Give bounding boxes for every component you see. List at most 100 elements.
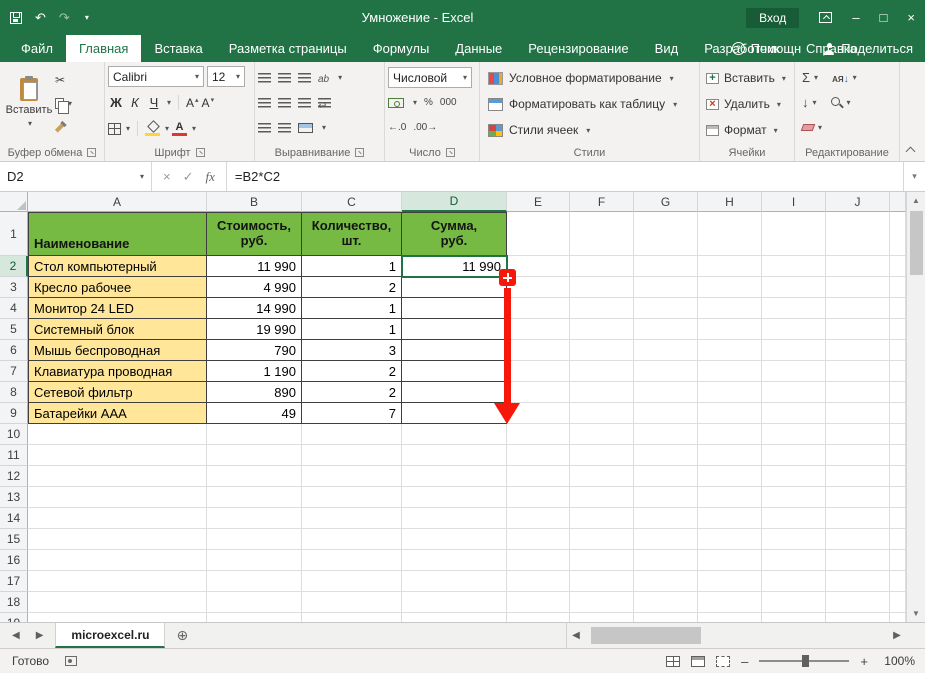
cell-E1[interactable] [507, 212, 570, 256]
cell-I7[interactable] [762, 361, 826, 382]
cell-H4[interactable] [698, 298, 762, 319]
cancel-entry-icon[interactable]: × [163, 169, 171, 184]
accounting-caret-icon[interactable]: ▾ [413, 98, 417, 107]
row-header-5[interactable]: 5 [0, 319, 28, 340]
cell-F6[interactable] [570, 340, 634, 361]
cell-J14[interactable] [826, 508, 890, 529]
collapse-ribbon-icon[interactable] [905, 145, 917, 155]
sort-filter-button[interactable]: ▾ [832, 70, 857, 85]
borders-caret-icon[interactable]: ▾ [126, 124, 130, 133]
insert-function-icon[interactable]: fx [206, 169, 215, 185]
cell-H5[interactable] [698, 319, 762, 340]
clear-button[interactable]: ▾ [802, 123, 822, 132]
cell-B6[interactable]: 790 [207, 340, 302, 361]
next-sheet-icon[interactable]: ▶ [36, 630, 44, 641]
cell-D13[interactable] [402, 487, 507, 508]
font-color-icon[interactable]: А [172, 122, 187, 136]
cell-E8[interactable] [507, 382, 570, 403]
cell-F14[interactable] [570, 508, 634, 529]
page-break-view-icon[interactable] [716, 656, 730, 667]
cell-partial12[interactable] [890, 466, 906, 487]
cell-D17[interactable] [402, 571, 507, 592]
cell-C19[interactable] [302, 613, 402, 622]
cell-F11[interactable] [570, 445, 634, 466]
cell-partial9[interactable] [890, 403, 906, 424]
cell-partial1[interactable] [890, 212, 906, 256]
cut-button[interactable]: ✂ [55, 71, 72, 89]
cell-C17[interactable] [302, 571, 402, 592]
cell-I15[interactable] [762, 529, 826, 550]
cell-F4[interactable] [570, 298, 634, 319]
format-cells-button[interactable]: Формат ▾ [703, 117, 791, 143]
cell-partial4[interactable] [890, 298, 906, 319]
fill-button[interactable]: ↓▾ [802, 95, 817, 110]
cell-H19[interactable] [698, 613, 762, 622]
cell-E13[interactable] [507, 487, 570, 508]
cell-C11[interactable] [302, 445, 402, 466]
share-button[interactable]: Поделиться [823, 41, 913, 56]
cell-styles-button[interactable]: Стили ячеек ▾ [483, 117, 696, 143]
cell-G3[interactable] [634, 277, 698, 298]
cell-J6[interactable] [826, 340, 890, 361]
cell-F2[interactable] [570, 256, 634, 277]
cell-B15[interactable] [207, 529, 302, 550]
cell-G17[interactable] [634, 571, 698, 592]
number-format-combo[interactable]: Числовой▾ [388, 67, 472, 88]
cell-J16[interactable] [826, 550, 890, 571]
vertical-scrollbar[interactable]: ▲ ▼ [906, 192, 925, 622]
delete-cells-button[interactable]: Удалить ▾ [703, 91, 791, 117]
cell-F5[interactable] [570, 319, 634, 340]
grow-font-button[interactable]: А▴ [186, 96, 199, 110]
merge-caret-icon[interactable]: ▾ [322, 123, 326, 132]
cell-G16[interactable] [634, 550, 698, 571]
cell-B13[interactable] [207, 487, 302, 508]
cell-E18[interactable] [507, 592, 570, 613]
redo-button[interactable]: ↷ [59, 11, 70, 24]
cell-F8[interactable] [570, 382, 634, 403]
previous-sheet-icon[interactable]: ◀ [12, 630, 20, 641]
formula-input[interactable]: =B2*C2 [227, 162, 903, 191]
cell-E6[interactable] [507, 340, 570, 361]
cell-G11[interactable] [634, 445, 698, 466]
vertical-scroll-thumb[interactable] [910, 211, 923, 275]
cell-partial11[interactable] [890, 445, 906, 466]
row-header-15[interactable]: 15 [0, 529, 28, 550]
cell-F18[interactable] [570, 592, 634, 613]
cell-H3[interactable] [698, 277, 762, 298]
cell-G4[interactable] [634, 298, 698, 319]
cell-A4[interactable]: Монитор 24 LED [28, 298, 207, 319]
zoom-level[interactable]: 100% [879, 654, 915, 668]
decrease-indent-icon[interactable] [258, 123, 271, 133]
cell-B9[interactable]: 49 [207, 403, 302, 424]
cell-B18[interactable] [207, 592, 302, 613]
find-select-button[interactable]: ▾ [831, 97, 851, 109]
cell-G2[interactable] [634, 256, 698, 277]
cell-A19[interactable] [28, 613, 207, 622]
cell-D16[interactable] [402, 550, 507, 571]
cell-I16[interactable] [762, 550, 826, 571]
cell-F10[interactable] [570, 424, 634, 445]
cell-J3[interactable] [826, 277, 890, 298]
cell-C18[interactable] [302, 592, 402, 613]
row-header-2[interactable]: 2 [0, 256, 28, 277]
cell-partial17[interactable] [890, 571, 906, 592]
cell-I11[interactable] [762, 445, 826, 466]
clipboard-dialog-launcher[interactable] [87, 148, 96, 157]
cell-A18[interactable] [28, 592, 207, 613]
accounting-format-icon[interactable] [388, 98, 404, 108]
cell-J15[interactable] [826, 529, 890, 550]
cell-F7[interactable] [570, 361, 634, 382]
cell-B14[interactable] [207, 508, 302, 529]
cell-C8[interactable]: 2 [302, 382, 402, 403]
cell-E4[interactable] [507, 298, 570, 319]
column-header-A[interactable]: A [28, 192, 207, 212]
zoom-in-icon[interactable]: + [860, 654, 868, 669]
cell-partial13[interactable] [890, 487, 906, 508]
row-header-6[interactable]: 6 [0, 340, 28, 361]
cell-C6[interactable]: 3 [302, 340, 402, 361]
cell-B8[interactable]: 890 [207, 382, 302, 403]
page-layout-view-icon[interactable] [691, 656, 705, 667]
cell-E15[interactable] [507, 529, 570, 550]
insert-cells-button[interactable]: Вставить ▾ [703, 65, 791, 91]
cell-D3[interactable] [402, 277, 507, 298]
